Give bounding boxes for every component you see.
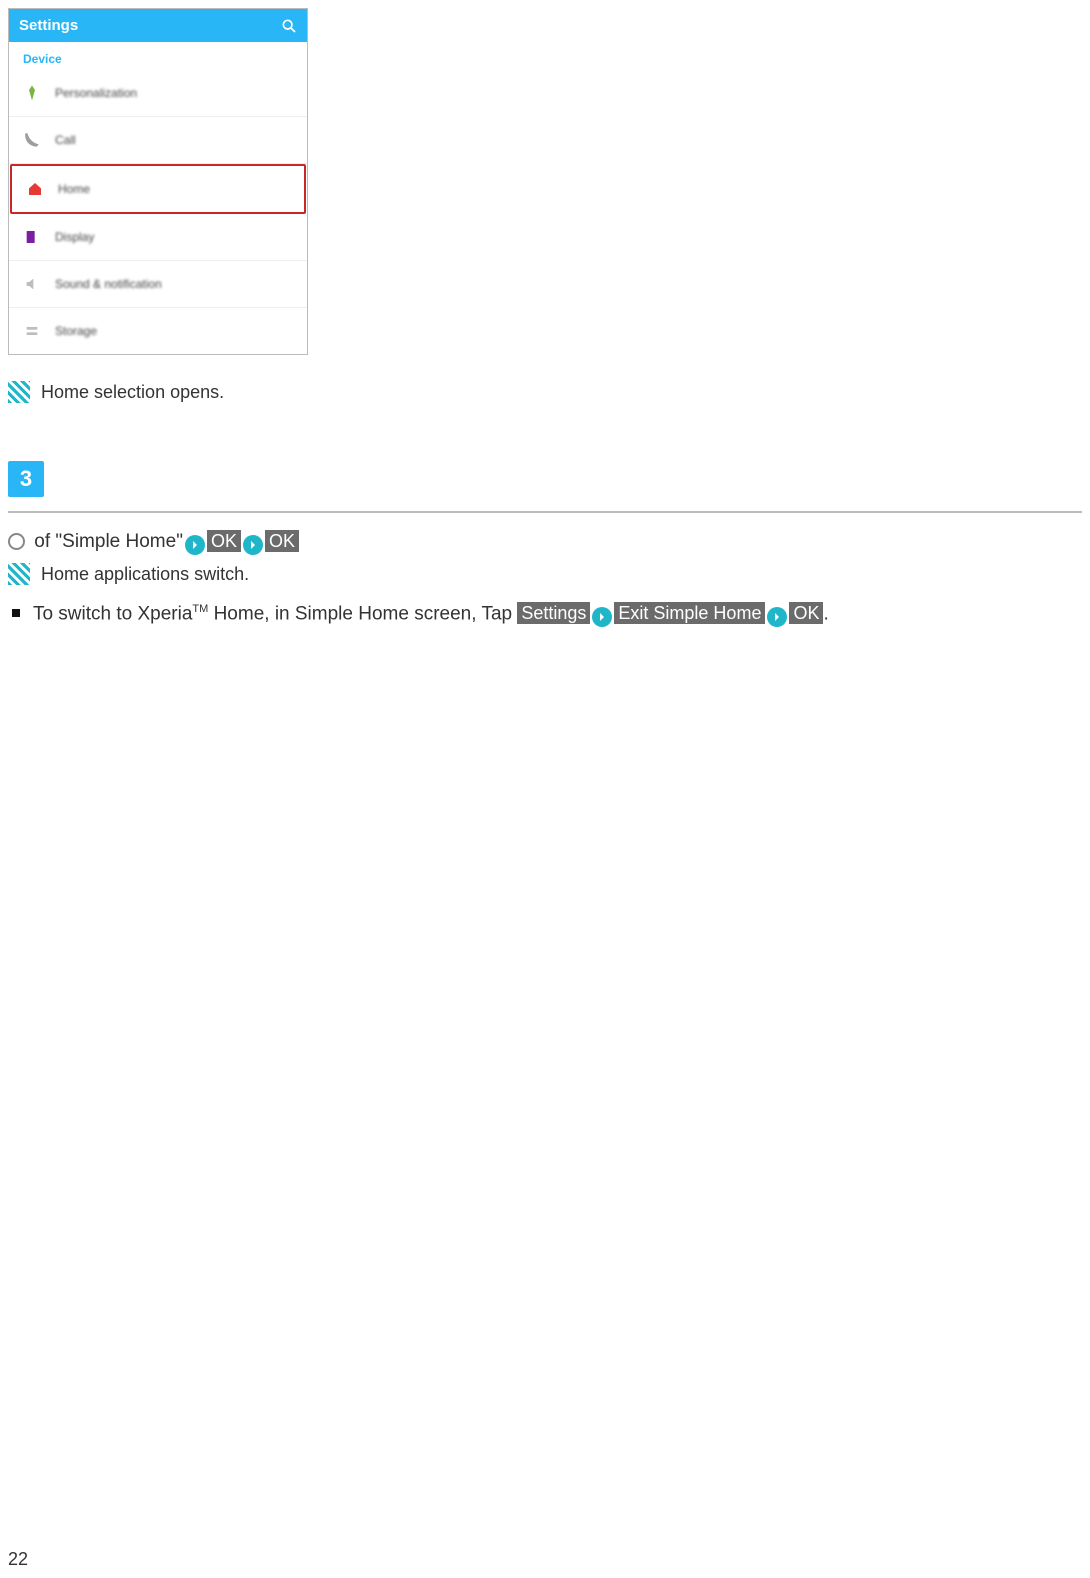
arrow-icon	[243, 535, 263, 555]
page-number: 22	[8, 1549, 28, 1570]
settings-button-label: Settings	[517, 602, 590, 624]
note-mid: Home, in Simple Home screen, Tap	[208, 603, 517, 624]
list-item-label: Personalization	[55, 86, 137, 100]
list-item: Call	[9, 117, 307, 164]
call-icon	[23, 131, 41, 149]
section-label: Device	[9, 42, 307, 70]
list-item: Storage	[9, 308, 307, 354]
exit-simple-home-label: Exit Simple Home	[614, 602, 765, 624]
personalization-icon	[23, 84, 41, 102]
settings-screenshot: Settings Device Personalization Call	[8, 8, 308, 355]
arrow-icon	[592, 607, 612, 627]
list-item-label: Storage	[55, 324, 97, 338]
arrow-icon	[767, 607, 787, 627]
ok-button-label: OK	[789, 602, 823, 624]
list-item-label: Sound & notification	[55, 277, 162, 291]
step-3-instruction: of "Simple Home" OK OK	[8, 531, 1082, 555]
result-home-apps-switch: Home applications switch.	[8, 563, 1082, 585]
list-item-label: Call	[55, 133, 76, 147]
result-icon	[8, 563, 30, 585]
step-number-3: 3	[8, 461, 44, 497]
settings-title: Settings	[19, 17, 78, 34]
note-suffix: .	[823, 603, 828, 624]
result-icon	[8, 381, 30, 403]
radio-icon	[8, 533, 25, 550]
divider	[8, 511, 1082, 513]
home-icon	[26, 180, 44, 198]
search-icon	[281, 18, 297, 34]
ok-button-label: OK	[265, 530, 299, 552]
bullet-icon	[12, 609, 20, 617]
storage-icon	[23, 322, 41, 340]
list-item: Display	[9, 214, 307, 261]
trademark: TM	[192, 603, 208, 615]
result-text: Home selection opens.	[41, 382, 224, 402]
arrow-icon	[185, 535, 205, 555]
note-prefix: To switch to Xperia	[33, 603, 192, 624]
list-item: Sound & notification	[9, 261, 307, 308]
switch-note: To switch to XperiaTM Home, in Simple Ho…	[12, 603, 1082, 627]
list-item-home-highlighted: Home	[10, 164, 306, 214]
step-3-text: of "Simple Home"	[34, 531, 183, 552]
list-item-label: Home	[58, 182, 90, 196]
result-home-selection: Home selection opens.	[8, 381, 1082, 403]
settings-header: Settings	[9, 9, 307, 42]
ok-button-label: OK	[207, 530, 241, 552]
display-icon	[23, 228, 41, 246]
list-item-label: Display	[55, 230, 94, 244]
sound-icon	[23, 275, 41, 293]
list-item: Personalization	[9, 70, 307, 117]
result-text: Home applications switch.	[41, 564, 249, 584]
